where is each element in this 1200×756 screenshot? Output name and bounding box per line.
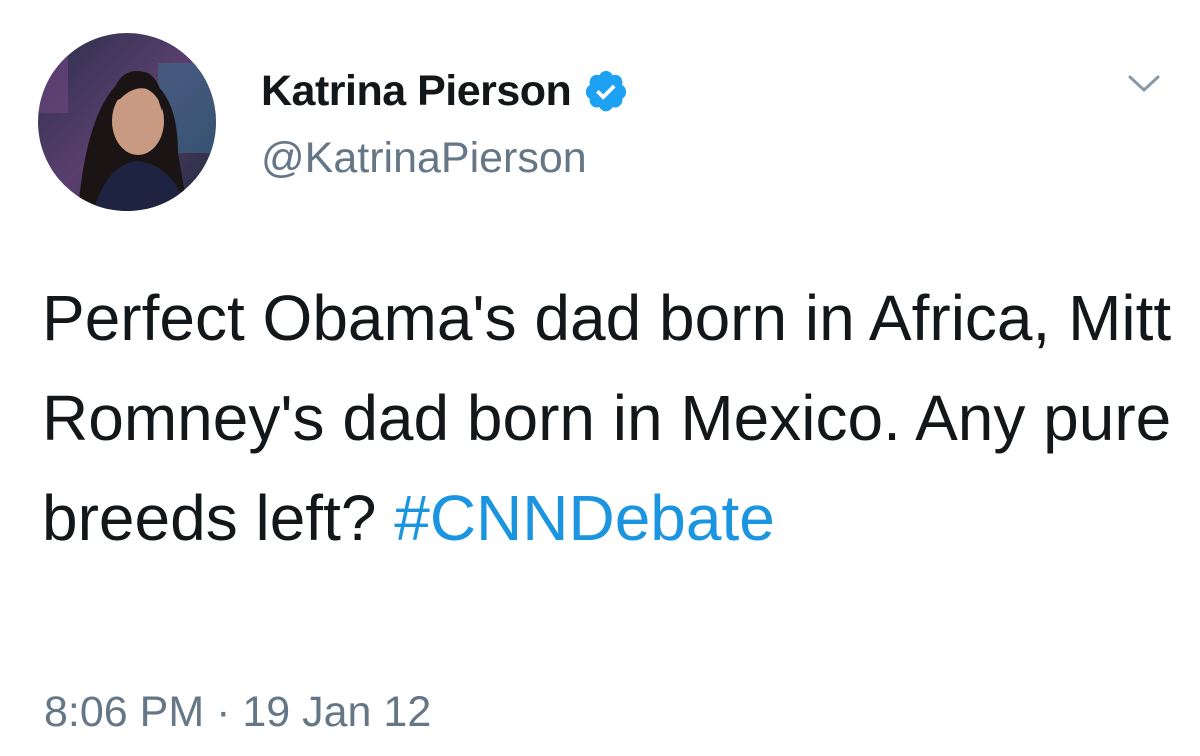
hashtag-link[interactable]: #CNNDebate bbox=[394, 482, 775, 554]
author-name-row: Katrina Pierson bbox=[261, 64, 629, 118]
author-handle[interactable]: @KatrinaPierson bbox=[261, 134, 587, 183]
display-name[interactable]: Katrina Pierson bbox=[261, 67, 572, 116]
tweet-text: Perfect Obama's dad born in Africa, Mitt… bbox=[42, 268, 1172, 568]
chevron-down-icon[interactable] bbox=[1124, 63, 1164, 103]
avatar-image bbox=[38, 33, 216, 211]
verified-badge-icon bbox=[583, 68, 629, 114]
avatar[interactable] bbox=[38, 33, 216, 211]
tweet-timestamp[interactable]: 8:06 PM · 19 Jan 12 bbox=[44, 688, 431, 737]
tweet-card: Katrina Pierson @KatrinaPierson Perfect … bbox=[0, 0, 1200, 756]
